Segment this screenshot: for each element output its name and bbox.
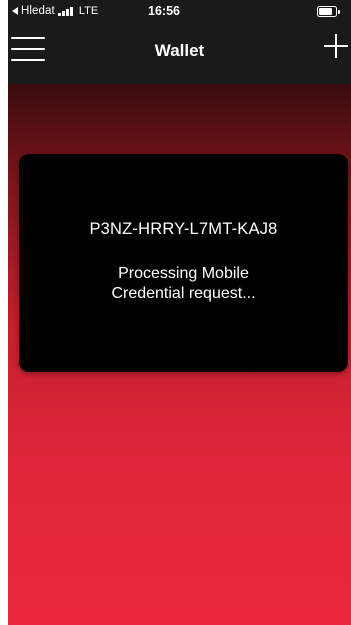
battery-level <box>319 8 333 15</box>
nav-bar: Wallet <box>8 22 351 84</box>
wallet-content: P3NZ-HRRY-L7MT-KAJ8 Processing Mobile Cr… <box>8 84 351 625</box>
status-line-1: Processing Mobile <box>118 265 249 282</box>
page-title: Wallet <box>154 41 205 60</box>
credential-code: P3NZ-HRRY-L7MT-KAJ8 <box>89 220 278 238</box>
back-to-app[interactable]: Hledat LTE <box>12 4 98 18</box>
credential-card[interactable]: P3NZ-HRRY-L7MT-KAJ8 Processing Mobile Cr… <box>19 154 348 372</box>
status-bar: Hledat LTE 16:56 <box>8 0 351 22</box>
status-time: 16:56 <box>148 4 180 18</box>
battery-icon <box>317 6 340 17</box>
phone-screen: Hledat LTE 16:56 Wallet P3NZ-HRRY-L7MT-K… <box>8 0 351 625</box>
network-type: LTE <box>78 5 99 17</box>
battery-cap <box>338 9 340 14</box>
add-button[interactable] <box>324 34 348 58</box>
status-line-2: Credential request... <box>111 285 256 302</box>
processing-status: Processing Mobile Credential request... <box>19 264 348 304</box>
back-app-label: Hledat <box>21 5 55 17</box>
back-arrow-icon <box>12 7 18 15</box>
signal-strength-icon <box>57 6 74 16</box>
